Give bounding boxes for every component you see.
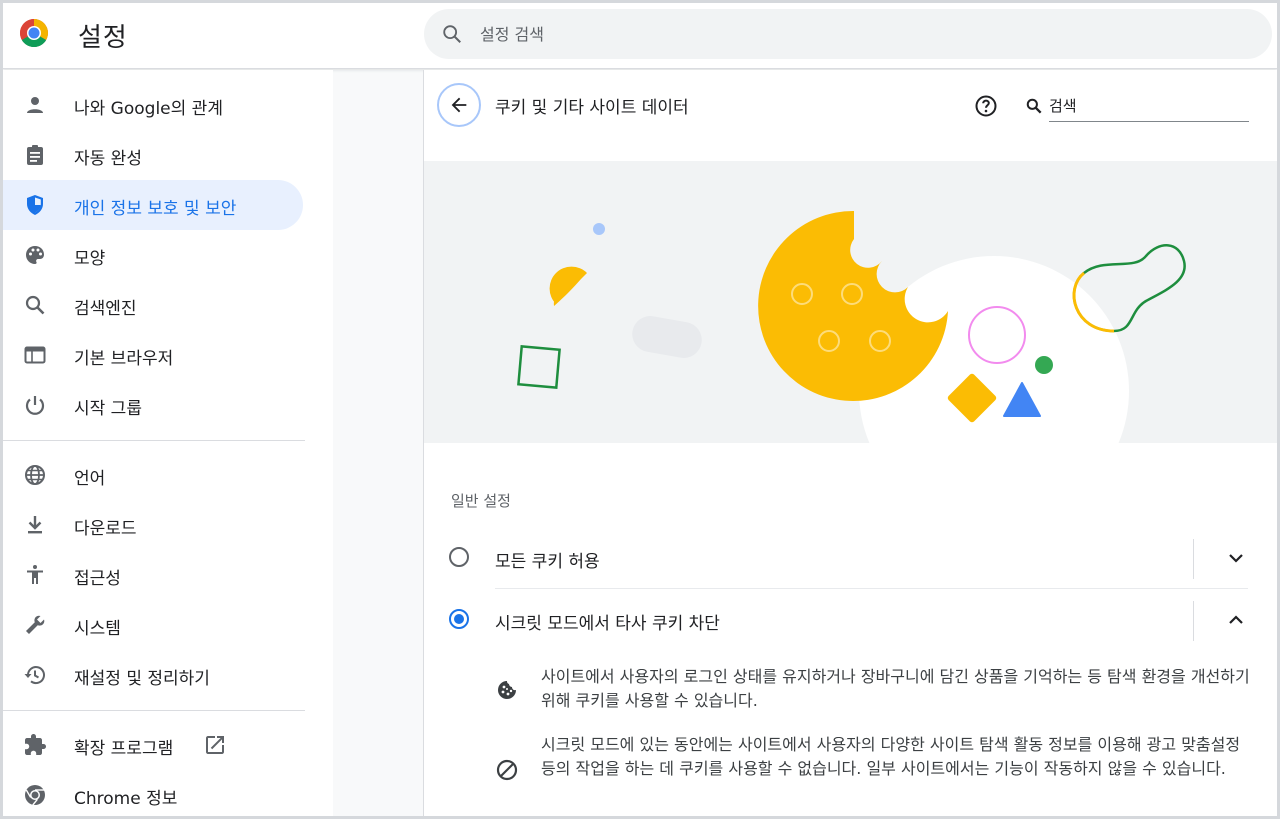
help-icon[interactable] — [974, 94, 998, 118]
detail-text-incognito-block: 시크릿 모드에 있는 동안에는 사이트에서 사용자의 다양한 사이트 탐색 활동… — [541, 735, 1241, 778]
sidebar-item-languages[interactable]: 언어 — [3, 450, 303, 500]
sidebar-item-on-startup[interactable]: 시작 그룹 — [3, 380, 303, 430]
sidebar-item-appearance[interactable]: 모양 — [3, 230, 303, 280]
chrome-icon — [25, 785, 45, 806]
sidebar-item-you-and-google[interactable]: 나와 Google의 관계 — [3, 80, 303, 130]
page-search-input[interactable] — [1049, 90, 1249, 122]
sidebar-item-label: 접근성 — [74, 569, 121, 589]
sidebar-item-label: 개인 정보 보호 및 보안 — [74, 199, 237, 219]
option-label: 시크릿 모드에서 타사 쿠키 차단 — [495, 614, 720, 634]
sidebar-item-about-chrome[interactable]: Chrome 정보 — [3, 770, 303, 816]
sidebar-item-label: 자동 완성 — [74, 149, 142, 169]
row-divider — [495, 588, 1248, 589]
puzzle-icon — [25, 734, 46, 755]
chevron-down-icon[interactable] — [1224, 546, 1248, 570]
chevron-up-icon[interactable] — [1224, 608, 1248, 632]
sidebar-item-label: 검색엔진 — [74, 299, 137, 319]
search-icon — [1026, 98, 1042, 114]
sidebar-item-downloads[interactable]: 다운로드 — [3, 500, 303, 550]
option-block-third-party-incognito[interactable]: 시크릿 모드에서 타사 쿠키 차단 — [424, 591, 1277, 649]
search-icon — [443, 25, 461, 43]
accessibility-icon — [27, 565, 43, 584]
sidebar-item-privacy-security[interactable]: 개인 정보 보호 및 보안 — [3, 180, 303, 230]
cookie-illustration-graphic — [517, 210, 1186, 443]
detail-text-cookies-purpose: 사이트에서 사용자의 로그인 상태를 유지하거나 장바구니에 담긴 상품을 기억… — [541, 667, 1250, 710]
cookie-illustration — [424, 161, 1277, 443]
power-icon — [25, 396, 45, 415]
row-separator — [1193, 539, 1194, 579]
option-allow-all-cookies[interactable]: 모든 쿠키 허용 — [424, 529, 1277, 587]
open-in-new-icon — [206, 736, 224, 754]
sidebar-item-system[interactable]: 시스템 — [3, 600, 303, 650]
shield-icon — [27, 195, 43, 215]
back-button[interactable] — [437, 83, 481, 127]
sidebar-item-label: 시스템 — [74, 619, 121, 639]
sidebar-divider — [3, 710, 305, 711]
cookie-icon — [498, 681, 516, 699]
globe-icon — [25, 465, 45, 485]
sidebar-item-label: 기본 브라우저 — [74, 349, 174, 369]
sidebar-item-label: 확장 프로그램 — [74, 739, 174, 759]
section-label: 일반 설정 — [451, 492, 511, 510]
sidebar-item-label: 모양 — [74, 249, 106, 269]
radio-button[interactable] — [449, 547, 469, 567]
sidebar-item-label: 시작 그룹 — [74, 399, 142, 419]
sidebar-divider — [3, 440, 305, 441]
download-icon — [28, 516, 42, 534]
sidebar-item-autofill[interactable]: 자동 완성 — [3, 130, 303, 180]
chrome-logo-icon — [20, 19, 48, 47]
sidebar-item-accessibility[interactable]: 접근성 — [3, 550, 303, 600]
settings-window: 설정 나와 Google의 관계 자동 완성 개인 정보 보호 및 보안 모양 — [0, 0, 1280, 819]
block-icon — [496, 759, 518, 781]
browser-window-icon — [24, 346, 46, 364]
history-icon — [24, 666, 45, 685]
search-icon — [25, 295, 45, 315]
sidebar-item-default-browser[interactable]: 기본 브라우저 — [3, 330, 303, 380]
settings-search-box[interactable] — [424, 9, 1272, 59]
person-icon — [27, 97, 43, 113]
sidebar-item-search-engine[interactable]: 검색엔진 — [3, 280, 303, 330]
row-separator — [1193, 601, 1194, 641]
settings-search-input[interactable] — [480, 21, 1180, 47]
clipboard-icon — [27, 145, 43, 165]
app-title: 설정 — [78, 23, 128, 53]
arrow-back-icon — [451, 97, 467, 113]
page-title: 쿠키 및 기타 사이트 데이터 — [495, 98, 689, 118]
sidebar-item-extensions[interactable]: 확장 프로그램 — [3, 720, 303, 770]
palette-icon — [26, 246, 44, 264]
top-bar: 설정 — [3, 3, 1277, 69]
main-panel: 쿠키 및 기타 사이트 데이터 검색 일반 설정 모든 쿠키 허용 시크릿 모드… — [423, 70, 1277, 816]
sidebar-item-label: 언어 — [74, 469, 106, 489]
sidebar-item-label: Chrome 정보 — [74, 789, 178, 809]
option-label: 모든 쿠키 허용 — [495, 552, 600, 572]
sidebar-item-label: 재설정 및 정리하기 — [74, 669, 210, 689]
radio-button-selected[interactable] — [449, 609, 469, 629]
wrench-icon — [26, 615, 45, 634]
sidebar-item-label: 나와 Google의 관계 — [74, 99, 223, 119]
sidebar-item-label: 다운로드 — [74, 519, 137, 539]
sidebar-item-reset[interactable]: 재설정 및 정리하기 — [3, 650, 303, 700]
sidebar: 나와 Google의 관계 자동 완성 개인 정보 보호 및 보안 모양 검색엔… — [3, 70, 333, 816]
